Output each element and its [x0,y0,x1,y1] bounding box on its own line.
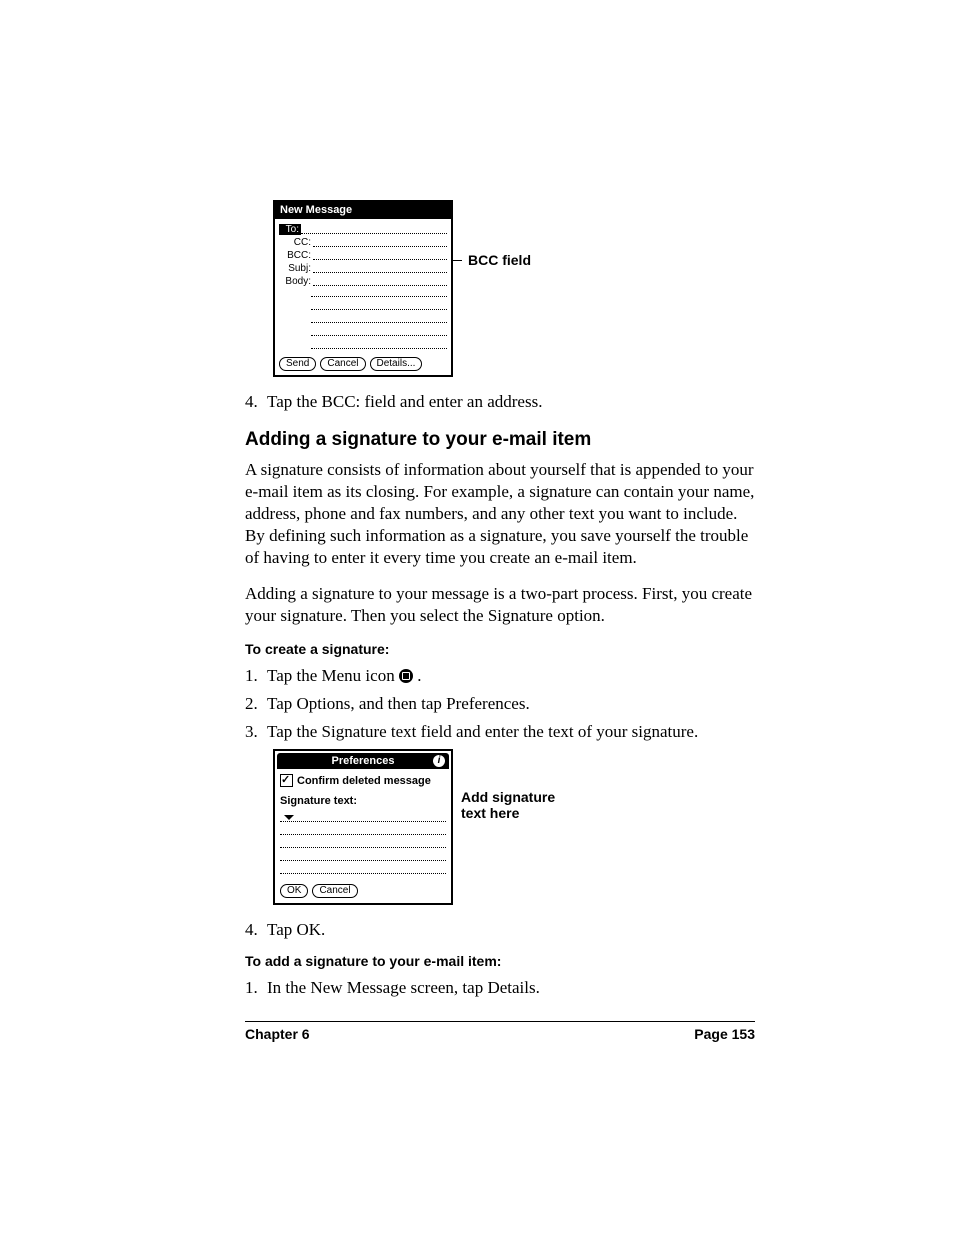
footer-chapter: Chapter 6 [245,1026,310,1042]
confirm-deleted-checkbox-row[interactable]: Confirm deleted message [280,774,446,787]
details-button[interactable]: Details... [370,357,423,371]
step-3-signature-field: 3. Tap the Signature text field and ente… [245,721,755,743]
step-text: Tap the Menu icon . [267,665,755,687]
bcc-label: BCC: [279,250,313,261]
preferences-screen: Preferences i Confirm deleted message Si… [273,749,453,905]
body-label: Body: [279,276,313,287]
step-text: Tap the Signature text field and enter t… [267,721,755,743]
new-message-titlebar: New Message [275,202,451,219]
subhead-create-signature: To create a signature: [245,641,755,657]
page-footer: Chapter 6 Page 153 [245,1021,755,1042]
step-number: 3. [245,721,267,743]
section-heading-signature: Adding a signature to your e-mail item [245,429,755,451]
subhead-add-signature: To add a signature to your e-mail item: [245,953,755,969]
preferences-title: Preferences [332,755,395,767]
step-text: In the New Message screen, tap Details. [267,977,755,999]
menu-icon [399,669,413,683]
callout-leader-line [452,260,462,261]
paragraph-signature-twopart: Adding a signature to your message is a … [245,583,755,627]
step-number: 1. [245,665,267,687]
signature-callout: Add signature text here [461,789,555,821]
ok-button[interactable]: OK [280,884,308,898]
cancel-button[interactable]: Cancel [320,357,365,371]
cancel-button[interactable]: Cancel [312,884,357,898]
signature-text-field-line-3[interactable] [280,837,446,848]
new-message-screen: New Message To: CC: BCC: [273,200,453,377]
body-field-line-4[interactable] [311,314,447,323]
confirm-deleted-label: Confirm deleted message [297,775,431,787]
step-1-details: 1. In the New Message screen, tap Detail… [245,977,755,999]
body-field-line-5[interactable] [311,327,447,336]
step-text: Tap Options, and then tap Preferences. [267,693,755,715]
signature-text-label: Signature text: [280,795,446,807]
body-field-line-3[interactable] [311,301,447,310]
step-1-menu-icon: 1. Tap the Menu icon . [245,665,755,687]
signature-text-field-line-1[interactable] [280,811,446,822]
bcc-field-callout: BCC field [468,252,531,268]
send-button[interactable]: Send [279,357,316,371]
new-message-title: New Message [280,204,352,216]
step-number: 2. [245,693,267,715]
signature-text-field-line-5[interactable] [280,863,446,874]
step-2-options: 2. Tap Options, and then tap Preferences… [245,693,755,715]
body-field-line-6[interactable] [311,340,447,349]
step-number: 1. [245,977,267,999]
signature-text-field-line-4[interactable] [280,850,446,861]
info-icon[interactable]: i [433,755,445,767]
body-field-line-2[interactable] [311,288,447,297]
subj-field[interactable] [313,264,447,273]
subj-label: Subj: [279,263,313,274]
step-4-bcc: 4. Tap the BCC: field and enter an addre… [245,391,755,413]
paragraph-signature-explanation: A signature consists of information abou… [245,459,755,569]
step-number: 4. [245,919,267,941]
to-label[interactable]: To: [279,224,301,235]
figure-preferences: Preferences i Confirm deleted message Si… [245,749,755,905]
to-field[interactable] [301,225,447,234]
step-text: Tap OK. [267,919,755,941]
footer-page: Page 153 [694,1026,755,1042]
step-4-tap-ok: 4. Tap OK. [245,919,755,941]
preferences-titlebar: Preferences i [277,753,449,769]
step-text: Tap the BCC: field and enter an address. [267,391,755,413]
cc-label: CC: [279,237,313,248]
checkbox-icon[interactable] [280,774,293,787]
step-number: 4. [245,391,267,413]
cc-field[interactable] [313,238,447,247]
body-field-line-1[interactable] [313,277,447,286]
signature-text-field-line-2[interactable] [280,824,446,835]
figure-new-message: New Message To: CC: BCC: [245,200,755,377]
bcc-field[interactable] [313,251,447,260]
